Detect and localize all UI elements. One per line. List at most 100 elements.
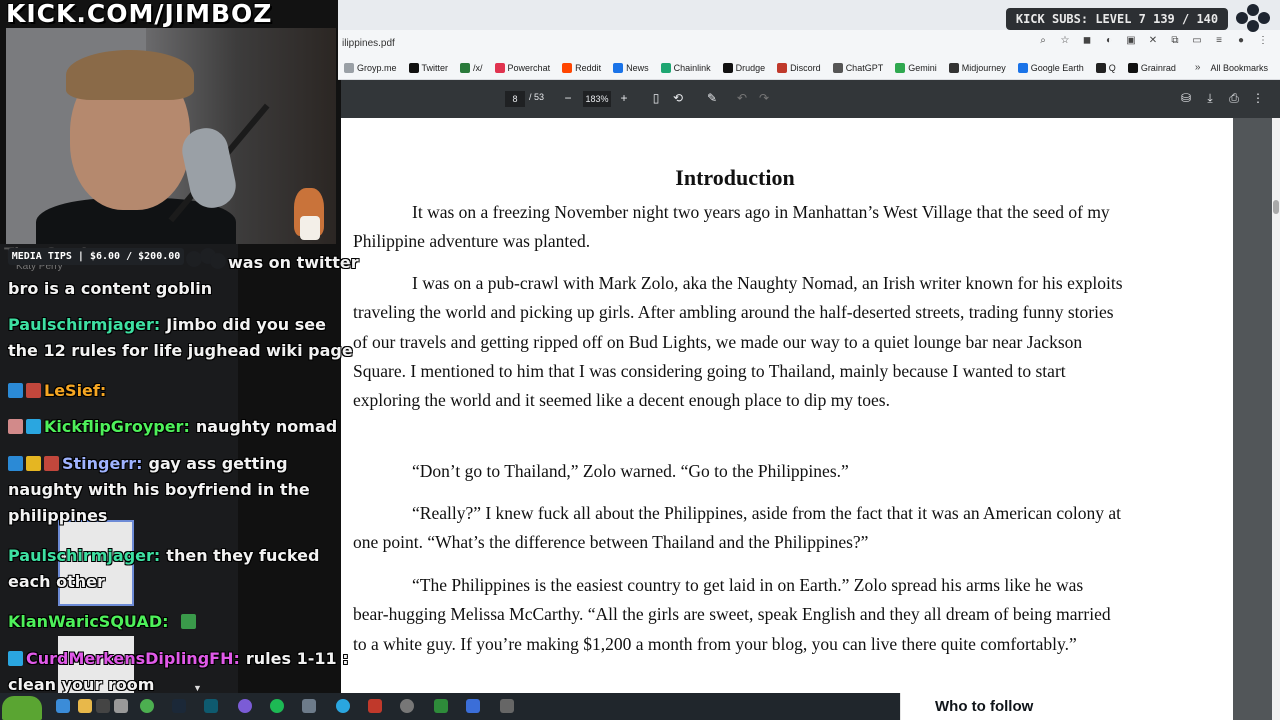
bookmark-label: Chainlink bbox=[673, 62, 711, 73]
bookmark-label: Twitter bbox=[421, 62, 449, 73]
chat-username: KickflipGroyper: bbox=[44, 417, 190, 436]
obs-icon[interactable] bbox=[114, 699, 128, 713]
paragraph: “The Philippines is the easiest country … bbox=[353, 575, 1111, 654]
scrollbar[interactable] bbox=[1272, 118, 1280, 720]
bookmark-item[interactable]: Chainlink bbox=[657, 62, 715, 73]
zoom-out-icon[interactable]: − bbox=[561, 90, 575, 106]
bookmark-item[interactable]: Q bbox=[1092, 62, 1120, 73]
start-icon[interactable] bbox=[56, 699, 70, 713]
address-bar[interactable]: ilippines.pdf ⌕ ☆ ◼ ◐ ▣ ✕ ⧉ ▭ ≡ ● ⋮ bbox=[338, 30, 1280, 56]
badge-icon bbox=[44, 456, 59, 471]
bookmark-item[interactable]: /x/ bbox=[456, 62, 487, 73]
bookmark-item[interactable]: Powerchat bbox=[491, 62, 555, 73]
bookmark-favicon-icon bbox=[895, 62, 906, 73]
print-icon[interactable]: ⎙ bbox=[1227, 90, 1241, 106]
app-icon[interactable] bbox=[500, 699, 514, 713]
chevron-down-icon[interactable]: ▼ bbox=[193, 683, 202, 693]
tips-logo-icon bbox=[186, 248, 226, 270]
bookmark-item[interactable]: Midjourney bbox=[945, 62, 1010, 73]
app-icon[interactable] bbox=[466, 699, 480, 713]
bookmarks-overflow-icon[interactable]: » bbox=[1195, 62, 1207, 73]
webcam-feed bbox=[6, 28, 336, 244]
xbox-icon[interactable] bbox=[434, 699, 448, 713]
redo-icon[interactable]: ↷ bbox=[757, 90, 771, 106]
puzzle-icon[interactable]: ⧉ bbox=[1168, 34, 1182, 48]
more-options-icon[interactable]: ⋮ bbox=[1251, 90, 1265, 106]
star-icon[interactable]: ☆ bbox=[1058, 34, 1072, 48]
all-bookmarks-folder[interactable]: All Bookmarks bbox=[1210, 63, 1280, 73]
bookmark-label: Midjourney bbox=[961, 62, 1006, 73]
rotate-icon[interactable]: ⟲ bbox=[671, 90, 685, 106]
bookmark-item[interactable]: Twitter bbox=[405, 62, 453, 73]
bookmark-favicon-icon bbox=[1017, 62, 1028, 73]
kebab-menu-icon[interactable]: ⋮ bbox=[1256, 34, 1270, 48]
bookmark-favicon-icon bbox=[562, 62, 573, 73]
bookmark-label: Drudge bbox=[735, 62, 766, 73]
bookmark-item[interactable]: News bbox=[609, 62, 653, 73]
bookmark-favicon-icon bbox=[832, 62, 843, 73]
bookmark-favicon-icon bbox=[948, 62, 959, 73]
bookmark-item[interactable]: Gemini bbox=[891, 62, 941, 73]
steam-icon[interactable] bbox=[172, 699, 186, 713]
badge-icon bbox=[8, 383, 23, 398]
pdf-page: Introduction It was on a freezing Novemb… bbox=[341, 118, 1233, 720]
extension-icon[interactable]: ◐ bbox=[1102, 34, 1116, 48]
zoom-level-input[interactable]: 183% bbox=[583, 91, 611, 107]
bookmark-item[interactable]: Grainrad bbox=[1124, 62, 1180, 73]
badge-icon bbox=[8, 456, 23, 471]
page-number-input[interactable]: 8 bbox=[505, 91, 525, 107]
stream-title: KICK.COM/JIMBOZ bbox=[6, 0, 273, 28]
zoom-icon[interactable]: ⌕ bbox=[1036, 34, 1050, 48]
badge-icon bbox=[8, 419, 23, 434]
spotify-icon[interactable] bbox=[270, 699, 284, 713]
zoom-in-icon[interactable]: + bbox=[617, 90, 631, 106]
chrome-icon[interactable] bbox=[140, 699, 154, 713]
app-icon[interactable] bbox=[400, 699, 414, 713]
telegram-icon[interactable] bbox=[336, 699, 350, 713]
undo-icon[interactable]: ↶ bbox=[735, 90, 749, 106]
app-icon[interactable] bbox=[368, 699, 382, 713]
profile-icon[interactable]: ● bbox=[1234, 34, 1248, 48]
menu-list-icon[interactable]: ≡ bbox=[1212, 34, 1226, 48]
fit-page-icon[interactable]: ▯ bbox=[649, 90, 663, 106]
url-text[interactable]: ilippines.pdf bbox=[342, 38, 395, 49]
bookmark-item[interactable]: Groyp.me bbox=[340, 62, 401, 73]
chat-username: Stingerr: bbox=[62, 454, 143, 473]
bookmark-item[interactable]: Reddit bbox=[558, 62, 605, 73]
terminal-icon[interactable] bbox=[204, 699, 218, 713]
badge-icon bbox=[180, 614, 196, 629]
bookmark-favicon-icon bbox=[777, 62, 788, 73]
pepe-emote-icon bbox=[2, 696, 42, 720]
bookmark-item[interactable]: ChatGPT bbox=[829, 62, 888, 73]
pdf-viewport[interactable]: Introduction It was on a freezing Novemb… bbox=[341, 118, 1280, 720]
scrollbar-thumb[interactable] bbox=[1273, 200, 1279, 214]
app-icon[interactable] bbox=[302, 699, 316, 713]
taskbar bbox=[0, 693, 900, 720]
extension-icon[interactable]: ▣ bbox=[1124, 34, 1138, 48]
bookmark-item[interactable]: Drudge bbox=[719, 62, 770, 73]
badge-icon bbox=[26, 383, 41, 398]
annotate-icon[interactable]: ✎ bbox=[705, 90, 719, 106]
chapter-title: Introduction bbox=[675, 165, 795, 190]
file-explorer-icon[interactable] bbox=[78, 699, 92, 713]
chat-message: Stingerr: gay ass getting naughty with hi… bbox=[8, 454, 310, 525]
bookmark-label: Powerchat bbox=[507, 62, 551, 73]
x-extension-icon[interactable]: ✕ bbox=[1146, 34, 1160, 48]
bookmark-label: News bbox=[626, 62, 649, 73]
bookmark-item[interactable]: Google Earth bbox=[1014, 62, 1088, 73]
bookmark-label: Groyp.me bbox=[357, 62, 397, 73]
bookmark-label: Google Earth bbox=[1030, 62, 1084, 73]
bookmark-item[interactable]: Discord bbox=[773, 62, 825, 73]
cast-icon[interactable]: ▭ bbox=[1190, 34, 1204, 48]
app-icon[interactable] bbox=[96, 699, 110, 713]
app-icon[interactable] bbox=[238, 699, 252, 713]
kick-logo-icon bbox=[1236, 4, 1270, 32]
media-tips-badge: MEDIA TIPS | $6.00 / $200.00 bbox=[8, 248, 184, 265]
chat-message: KickflipGroyper: naughty nomad bbox=[8, 414, 337, 440]
download-icon[interactable]: ⤓ bbox=[1203, 90, 1217, 106]
bookmark-favicon-icon bbox=[460, 62, 471, 73]
paragraph: I was on a pub-crawl with Mark Zolo, aka… bbox=[353, 273, 1123, 411]
extension-icon[interactable]: ◼ bbox=[1080, 34, 1094, 48]
save-to-drive-icon[interactable]: ⛁ bbox=[1179, 90, 1193, 106]
pdf-toolbar: 8 / 53 − 183% + ▯ ⟲ ✎ ↶ ↷ ⛁ ⤓ ⎙ ⋮ bbox=[341, 80, 1280, 118]
